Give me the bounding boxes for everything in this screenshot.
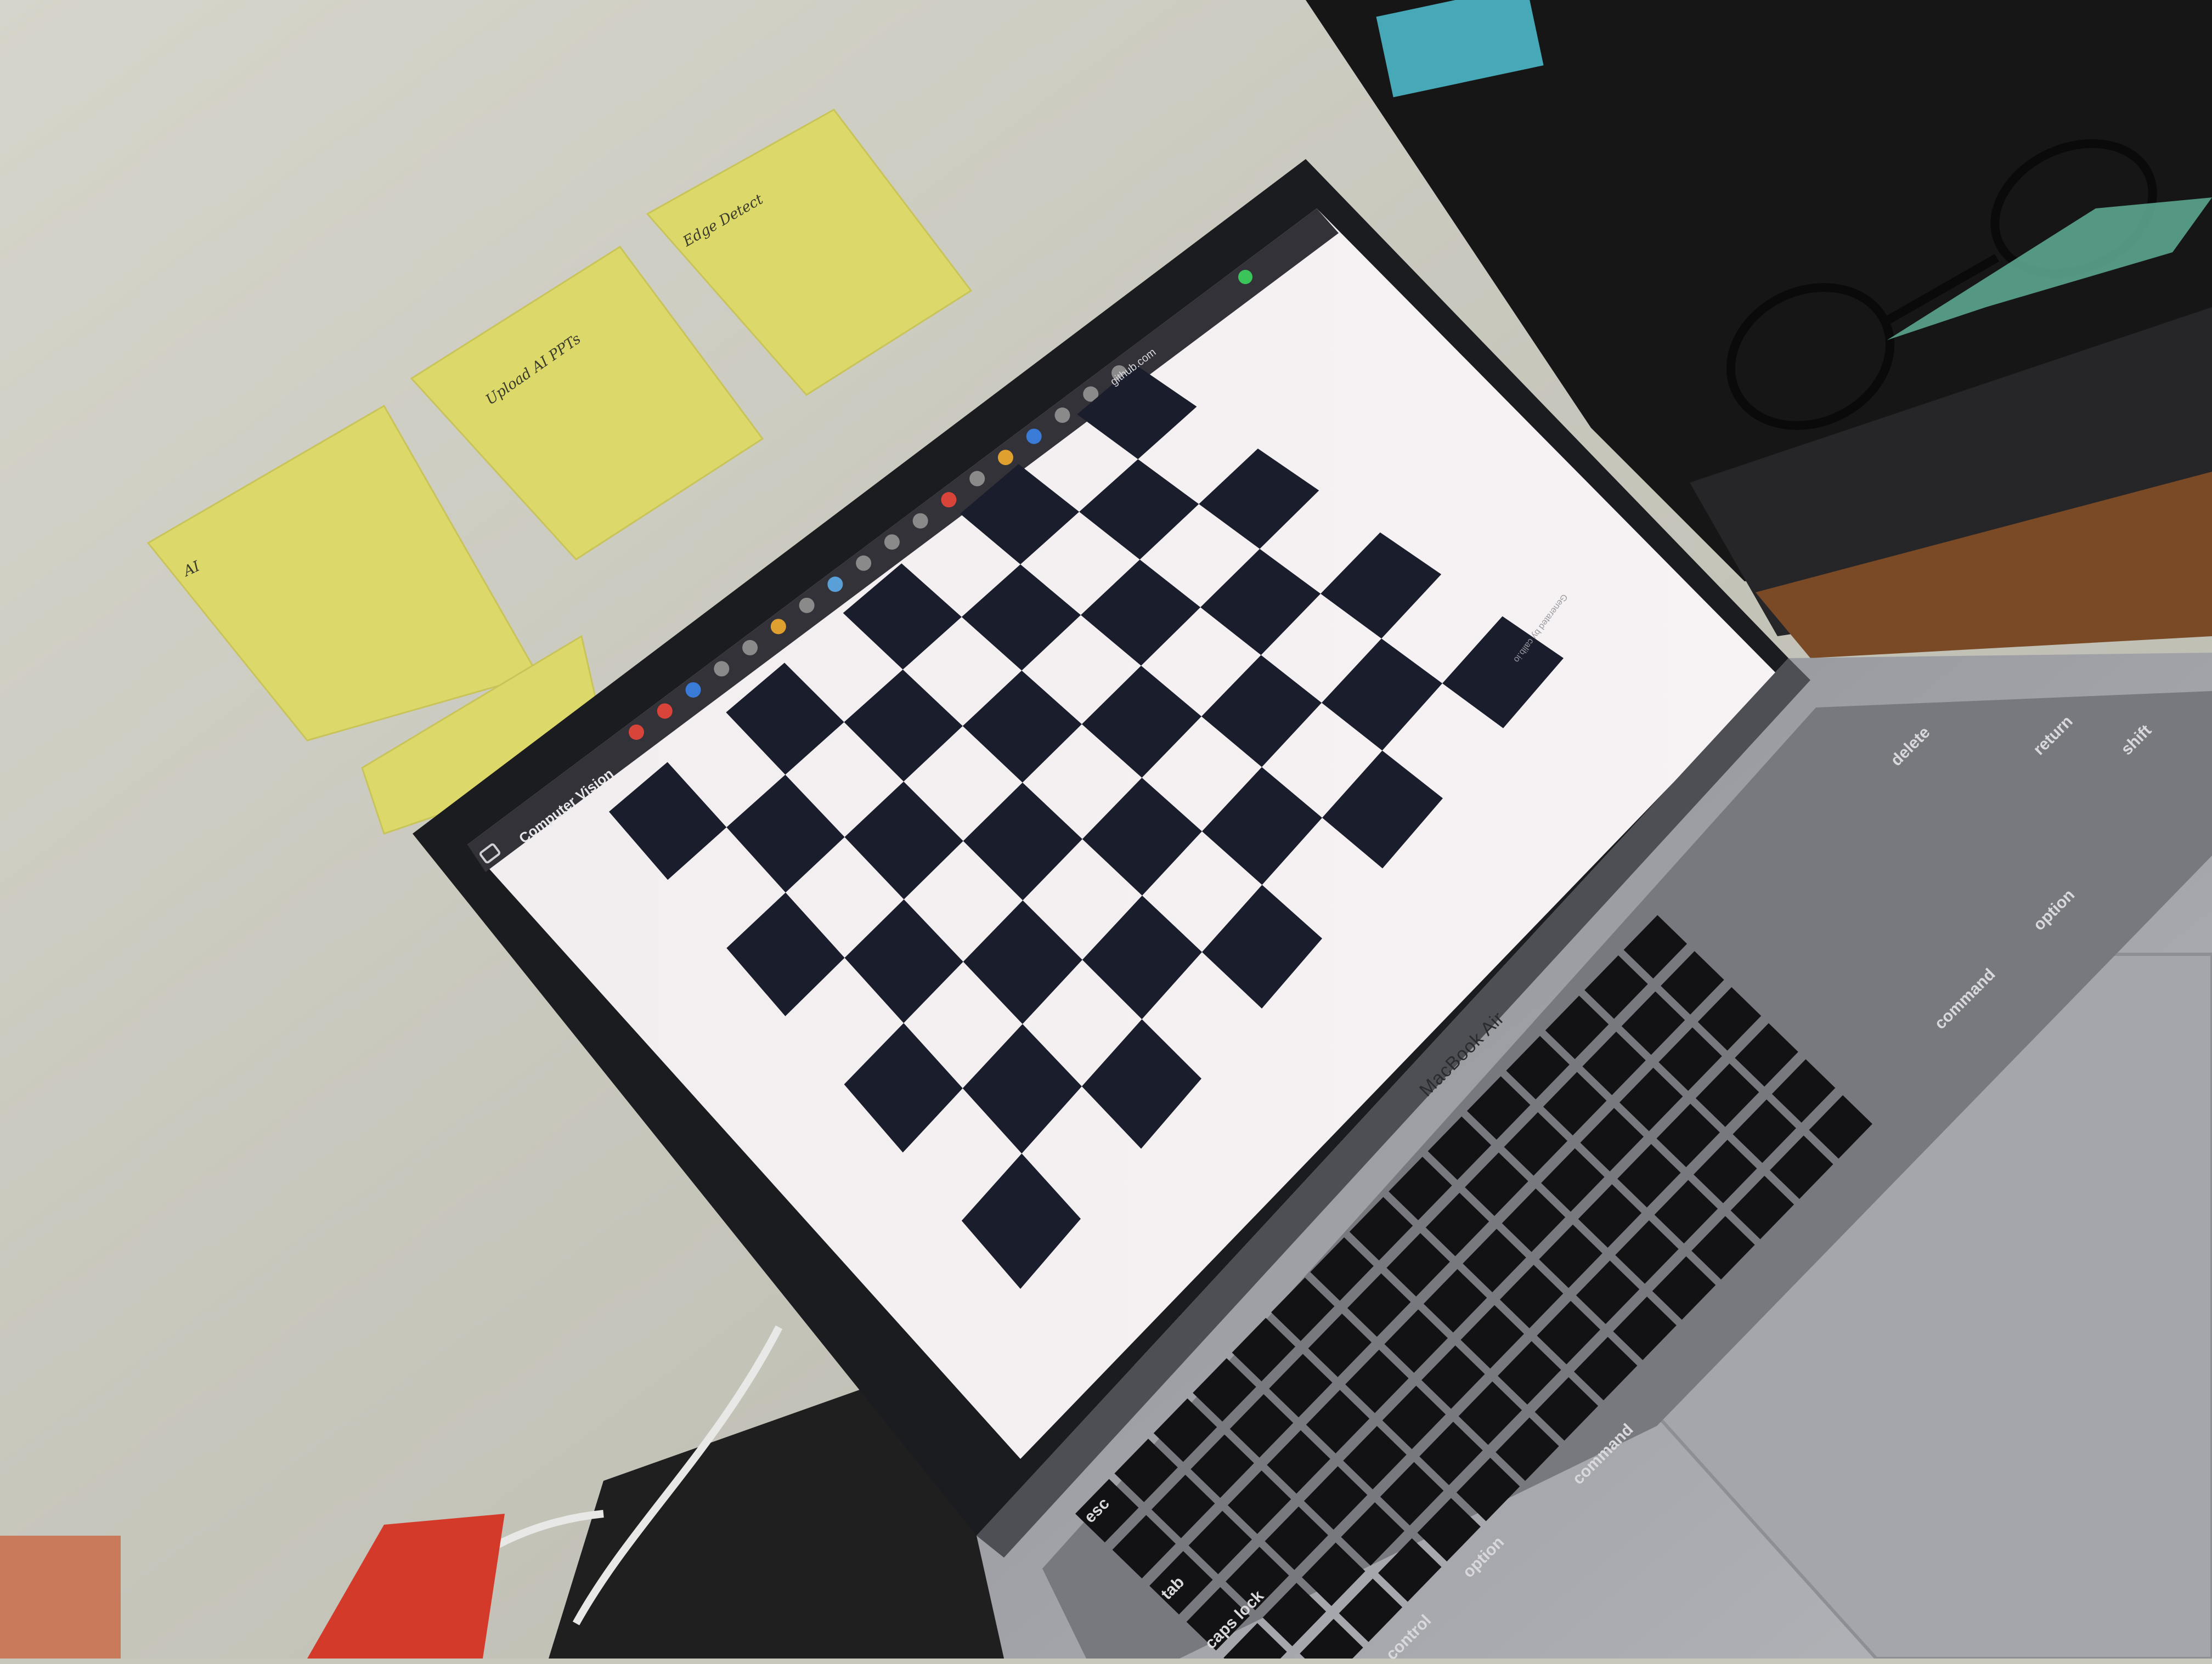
tab-favicon-icon[interactable] [742, 639, 758, 655]
extension-icon[interactable] [1238, 270, 1252, 284]
tab-favicon-icon[interactable] [856, 555, 872, 571]
tab-favicon-icon[interactable] [714, 661, 730, 677]
tab-favicon-icon[interactable] [657, 703, 673, 719]
tab-favicon-icon[interactable] [799, 597, 815, 613]
tab-favicon-icon[interactable] [912, 513, 928, 529]
tab-favicon-icon[interactable] [969, 471, 985, 486]
photo-canvas [0, 0, 2212, 1659]
tab-favicon-icon[interactable] [1054, 407, 1070, 423]
photo-scene: Computer Vision github.com Generated by … [0, 0, 2212, 1663]
tab-favicon-icon[interactable] [884, 534, 900, 550]
tab-favicon-icon[interactable] [629, 725, 644, 740]
box-left [0, 1536, 121, 1659]
tab-favicon-icon[interactable] [997, 450, 1013, 466]
tab-favicon-icon[interactable] [941, 492, 957, 508]
tab-favicon-icon[interactable] [685, 682, 701, 698]
tab-favicon-icon[interactable] [827, 576, 843, 592]
tab-favicon-icon[interactable] [770, 619, 786, 635]
tab-favicon-icon[interactable] [1026, 428, 1042, 444]
